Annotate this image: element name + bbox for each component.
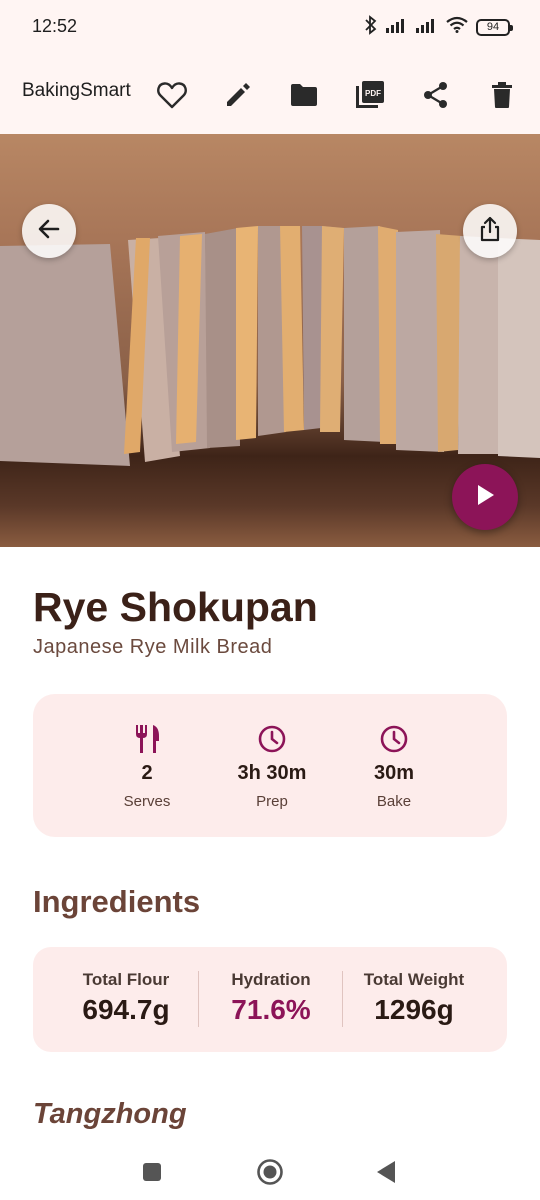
utensils-icon — [87, 722, 207, 756]
home-icon[interactable] — [250, 1152, 290, 1192]
stat-label: Bake — [376, 793, 412, 810]
hero-image — [0, 134, 540, 547]
app-title: BakingSmart — [22, 80, 131, 101]
status-bar: 12:52 94 — [0, 0, 540, 56]
system-nav-bar — [0, 1140, 540, 1200]
back-nav-icon[interactable] — [366, 1152, 406, 1192]
summary-total-flour: Total Flour 694.7g — [54, 970, 198, 1026]
bluetooth-icon — [364, 14, 378, 40]
summary-value: 694.7g — [82, 994, 170, 1025]
recents-icon[interactable] — [132, 1152, 172, 1192]
stats-card: 2 Serves 3h 30m Prep 30m Bake — [33, 694, 507, 837]
stat-value: 30m — [373, 762, 415, 784]
summary-label: Total Weight — [363, 970, 465, 989]
favorite-icon[interactable] — [150, 73, 194, 117]
stat-value: 3h 30m — [237, 762, 307, 784]
clock-icon — [334, 722, 454, 756]
folder-icon[interactable] — [282, 73, 326, 117]
stat-label: Serves — [123, 793, 171, 810]
export-icon — [479, 216, 501, 247]
summary-value: 71.6% — [231, 994, 311, 1025]
ingredients-heading: Ingredients — [33, 884, 201, 919]
export-button[interactable] — [463, 204, 517, 258]
play-button[interactable] — [452, 464, 518, 530]
play-icon — [474, 483, 496, 512]
stat-serves: 2 Serves — [87, 722, 207, 810]
summary-value: 1296g — [374, 994, 454, 1025]
clock-icon — [212, 722, 332, 756]
status-time: 12:52 — [32, 16, 78, 36]
tangzhong-heading: Tangzhong — [33, 1098, 187, 1130]
recipe-title: Rye Shokupan — [33, 584, 318, 630]
signal-icon — [386, 17, 408, 38]
status-icons: 94 — [364, 14, 513, 40]
stat-label: Prep — [256, 793, 288, 810]
battery-icon: 94 — [476, 18, 513, 36]
pdf-icon[interactable]: PDF — [348, 73, 392, 117]
recipe-subtitle: Japanese Rye Milk Bread — [33, 636, 273, 658]
summary-label: Total Flour — [82, 970, 170, 989]
stat-bake: 30m Bake — [334, 722, 454, 810]
stat-prep: 3h 30m Prep — [212, 722, 332, 810]
summary-total-weight: Total Weight 1296g — [342, 970, 486, 1026]
signal-icon — [416, 17, 438, 38]
delete-icon[interactable] — [480, 73, 524, 117]
summary-label: Hydration — [231, 970, 311, 989]
app-bar: BakingSmart PDF — [0, 56, 540, 134]
edit-icon[interactable] — [216, 73, 260, 117]
back-icon — [37, 217, 61, 246]
svg-text:PDF: PDF — [365, 89, 381, 98]
wifi-icon — [446, 16, 468, 38]
stat-value: 2 — [141, 762, 153, 784]
summary-hydration: Hydration 71.6% — [199, 970, 343, 1026]
share-icon[interactable] — [414, 73, 458, 117]
ingredients-summary-card: Total Flour 694.7g Hydration 71.6% Total… — [33, 947, 507, 1052]
back-button[interactable] — [22, 204, 76, 258]
